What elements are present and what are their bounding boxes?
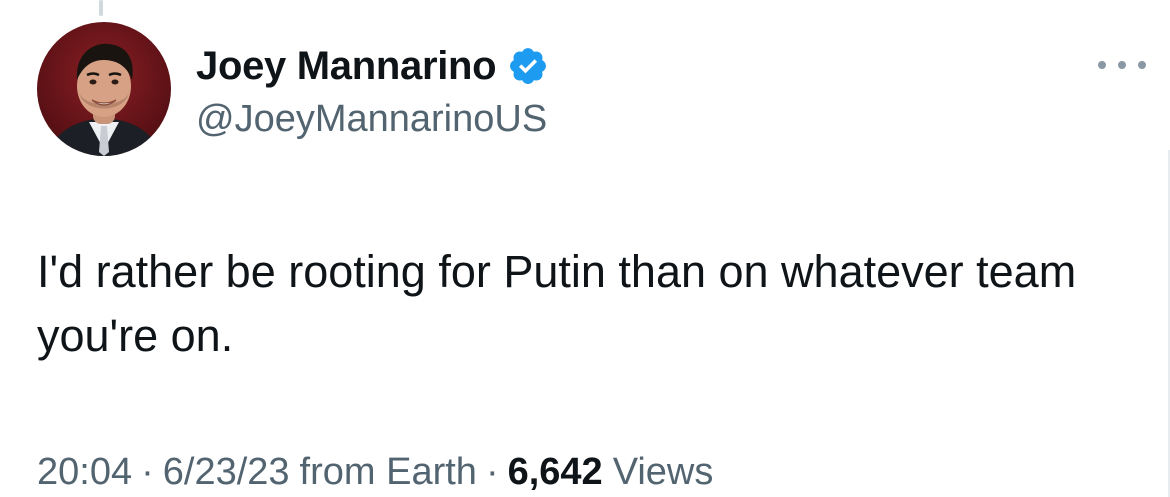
views-count[interactable]: 6,642 [508,451,603,494]
meta-separator: · [485,451,499,493]
more-dot [1118,61,1126,69]
more-dot [1098,61,1106,69]
tweet-date[interactable]: 6/23/23 [163,451,290,494]
verified-badge-icon[interactable] [507,45,549,87]
author-name-row: Joey Mannarino [196,40,549,92]
tweet-time[interactable]: 20:04 [37,451,132,494]
profile-photo-icon [37,22,171,156]
author-display-name[interactable]: Joey Mannarino [196,44,497,89]
avatar[interactable] [37,22,171,156]
tweet-source: from Earth [299,451,477,493]
author-handle[interactable]: @JoeyMannarinoUS [196,98,547,141]
thread-connector-line [99,0,103,16]
tweet-text: I'd rather be rooting for Putin than on … [37,246,1077,361]
tweet-meta: 20:04 · 6/23/23 from Earth · 6,642 Views [37,451,713,494]
views-label[interactable]: Views [613,451,714,494]
more-dot [1138,61,1146,69]
more-options-icon[interactable] [1098,58,1146,72]
meta-separator: · [141,451,154,493]
